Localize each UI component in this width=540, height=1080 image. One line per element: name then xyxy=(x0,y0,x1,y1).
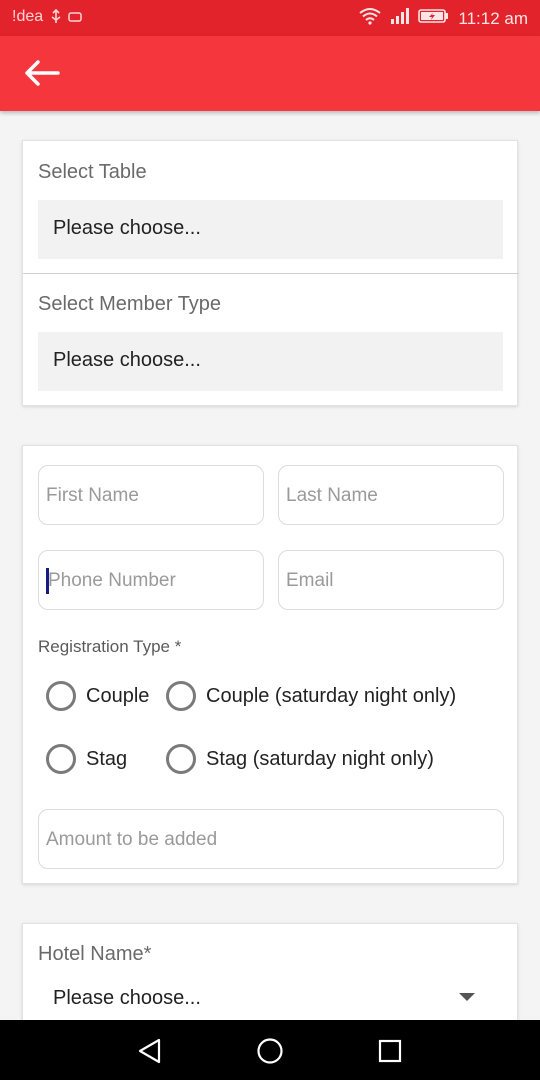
radio-stag-saturday[interactable]: Stag (saturday night only) xyxy=(166,744,434,774)
phone-number-input[interactable]: Phone Number xyxy=(38,550,264,610)
email-placeholder: Email xyxy=(286,570,334,591)
radio-circle-icon xyxy=(166,681,196,711)
radio-stag[interactable]: Stag xyxy=(46,744,127,774)
email-input[interactable]: Email xyxy=(278,550,504,610)
radio-circle-icon xyxy=(46,681,76,711)
nav-back-button[interactable] xyxy=(135,1036,165,1066)
selection-card: Select Table Please choose... Select Mem… xyxy=(22,140,519,406)
select-table-label: Select Table xyxy=(38,161,147,183)
registration-type-label: Registration Type * xyxy=(38,637,182,656)
battery-icon xyxy=(418,8,450,29)
amount-placeholder: Amount to be added xyxy=(46,829,218,850)
select-member-type-label: Select Member Type xyxy=(38,293,222,315)
carrier-name: !dea xyxy=(12,8,44,25)
first-name-input[interactable]: First Name xyxy=(38,465,264,525)
clock: 11:12 am xyxy=(458,8,528,28)
radio-couple-label: Couple xyxy=(86,684,150,707)
usb-icon xyxy=(50,8,84,28)
system-nav-bar xyxy=(0,1020,540,1080)
hotel-card: Hotel Name* Please choose... xyxy=(22,923,518,1033)
circle-home-icon xyxy=(257,1038,283,1064)
select-member-type-dropdown[interactable]: Please choose... xyxy=(38,332,503,391)
select-table-dropdown[interactable]: Please choose... xyxy=(38,200,503,259)
square-recent-icon xyxy=(378,1039,402,1063)
radio-circle-icon xyxy=(166,744,196,774)
radio-circle-icon xyxy=(46,744,76,774)
last-name-placeholder: Last Name xyxy=(286,485,378,506)
radio-stag-saturday-label: Stag (saturday night only) xyxy=(206,747,434,770)
radio-couple-saturday[interactable]: Couple (saturday night only) xyxy=(166,681,456,711)
radio-couple[interactable]: Couple xyxy=(46,681,149,711)
details-card: First Name Last Name Phone Number Email … xyxy=(22,445,518,884)
chevron-down-icon xyxy=(459,993,475,1001)
phone-placeholder: Phone Number xyxy=(48,570,176,591)
divider xyxy=(23,273,519,274)
hotel-name-label: Hotel Name* xyxy=(38,943,152,965)
back-button[interactable] xyxy=(22,58,62,88)
arrow-back-icon xyxy=(25,60,60,86)
hotel-name-value: Please choose... xyxy=(53,987,201,1009)
triangle-back-icon xyxy=(138,1038,161,1064)
status-right: 11:12 am xyxy=(358,7,528,30)
nav-home-button[interactable] xyxy=(255,1036,285,1066)
app-bar xyxy=(0,36,540,111)
radio-stag-label: Stag xyxy=(86,747,128,770)
last-name-input[interactable]: Last Name xyxy=(278,465,504,525)
status-bar: !dea 11:12 am xyxy=(0,0,540,36)
first-name-placeholder: First Name xyxy=(46,485,139,506)
radio-couple-saturday-label: Couple (saturday night only) xyxy=(206,684,457,707)
amount-input[interactable]: Amount to be added xyxy=(38,809,504,869)
nav-recent-button[interactable] xyxy=(375,1036,405,1066)
signal-icon xyxy=(390,7,410,30)
wifi-icon xyxy=(358,7,382,30)
